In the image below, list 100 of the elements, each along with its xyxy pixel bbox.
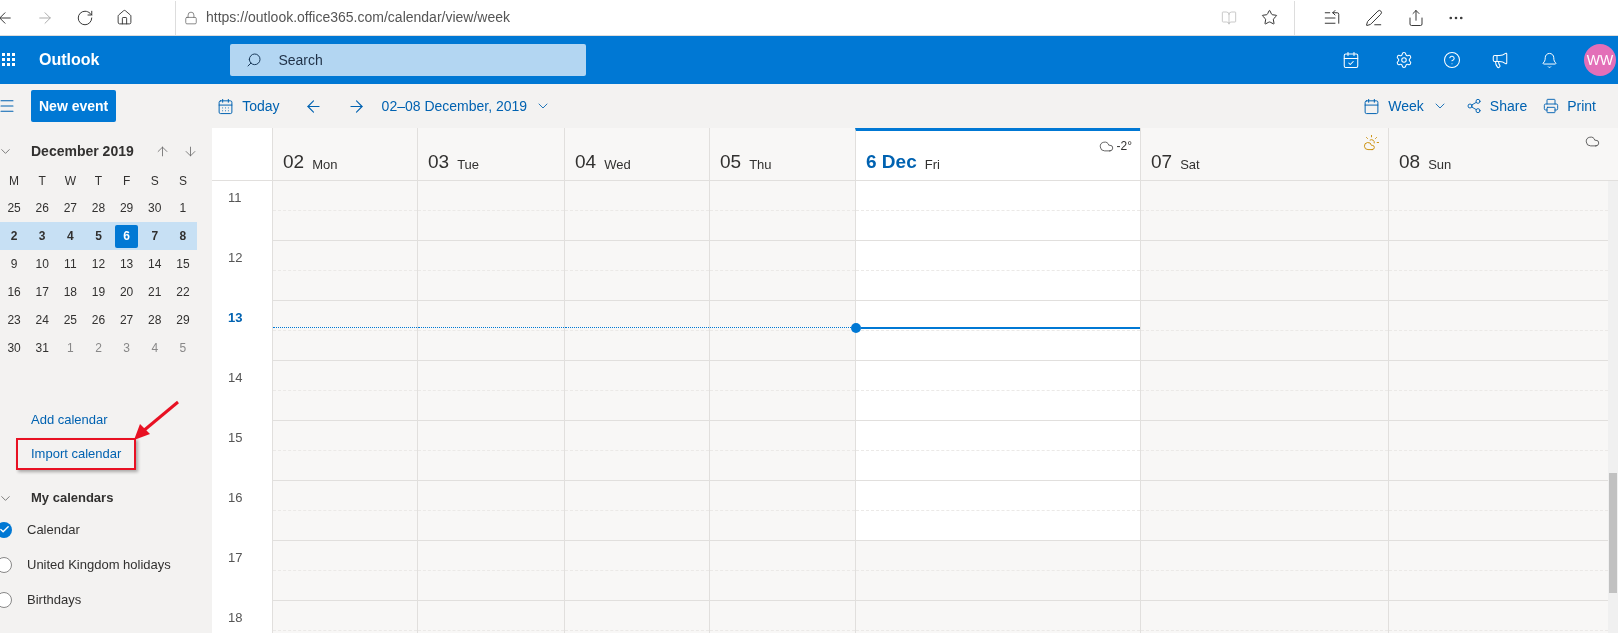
date-cell[interactable]: 17 <box>30 280 54 304</box>
date-cell[interactable]: 3 <box>30 224 54 248</box>
temperature: -2° <box>1116 138 1132 155</box>
date-cell[interactable]: 18 <box>58 280 82 304</box>
date-cell[interactable]: 25 <box>2 196 26 220</box>
search-icon <box>246 52 263 68</box>
calendar-link[interactable]: Add calendar <box>31 410 108 430</box>
date-cell[interactable]: 13 <box>115 252 139 276</box>
calendar-name[interactable]: Birthdays <box>27 589 82 610</box>
help-icon[interactable] <box>1443 51 1461 69</box>
calendar-checkbox[interactable] <box>0 591 12 608</box>
date-cell[interactable]: 15 <box>171 252 195 276</box>
calendar-icon <box>1363 97 1381 115</box>
day-weekday: Tue <box>457 158 480 171</box>
hour-label: 13 <box>228 310 243 325</box>
bell-icon[interactable] <box>1541 51 1558 69</box>
calendar-check-icon[interactable] <box>1342 51 1360 69</box>
date-cell[interactable]: 31 <box>30 336 54 360</box>
date-cell[interactable]: 14 <box>143 252 167 276</box>
date-cell[interactable]: 30 <box>143 196 167 220</box>
date-cell[interactable]: 23 <box>2 308 26 332</box>
weekday-label: T <box>93 173 104 190</box>
section-title[interactable]: My calendars <box>31 488 114 508</box>
settings-icon[interactable] <box>1395 51 1413 69</box>
date-cell[interactable]: 12 <box>87 252 110 276</box>
date-cell[interactable]: 22 <box>171 280 195 304</box>
next-month-icon[interactable] <box>182 143 198 159</box>
date-cell[interactable]: 11 <box>58 252 82 276</box>
date-cell[interactable]: 29 <box>115 196 139 220</box>
url-text: https://outlook.office365.com/calendar/view/week <box>206 8 512 27</box>
app-title[interactable]: Outlook <box>39 48 100 72</box>
weekday-label: W <box>63 173 77 190</box>
hour-label: 17 <box>228 550 243 565</box>
day-weekday: Sun <box>1428 158 1452 171</box>
new-event-button[interactable]: New event <box>31 90 117 122</box>
app-launcher-icon[interactable] <box>2 53 16 67</box>
date-cell[interactable]: 29 <box>171 308 195 332</box>
calendar-checkbox[interactable] <box>0 521 12 538</box>
calendar-link[interactable]: Import calendar <box>31 444 122 464</box>
date-cell[interactable]: 27 <box>58 196 82 220</box>
calendar-checkbox[interactable] <box>0 556 12 573</box>
home-icon[interactable] <box>116 9 133 26</box>
pen-icon[interactable] <box>1365 8 1383 27</box>
search-field[interactable]: Search <box>230 44 587 76</box>
favorites-icon[interactable] <box>1323 8 1341 27</box>
date-cell[interactable]: 10 <box>30 252 54 276</box>
day-date: 6 Dec <box>866 152 917 171</box>
date-cell[interactable]: 24 <box>30 308 54 332</box>
date-cell[interactable]: 7 <box>143 224 167 248</box>
print-button[interactable]: Print <box>1543 95 1596 117</box>
date-cell[interactable]: 28 <box>143 308 167 332</box>
day-date: 07 <box>1151 152 1173 171</box>
date-cell[interactable]: 26 <box>30 196 54 220</box>
reading-view-icon[interactable] <box>1221 9 1237 26</box>
previous-month-icon[interactable] <box>154 143 170 159</box>
date-cell[interactable]: 27 <box>115 308 139 332</box>
date-cell[interactable]: 30 <box>2 336 26 360</box>
date-cell[interactable]: 28 <box>87 196 110 220</box>
view-button[interactable]: Week <box>1363 95 1448 117</box>
day-weekday: Mon <box>312 158 338 171</box>
day-weekday: Wed <box>604 158 631 171</box>
date-cell[interactable]: 25 <box>58 308 82 332</box>
weekday-label: S <box>149 173 160 190</box>
lock-icon <box>184 10 198 25</box>
hour-label: 15 <box>228 430 243 445</box>
day-date: 04 <box>575 152 597 171</box>
weekday-label: T <box>37 173 47 190</box>
share-button[interactable]: Share <box>1465 95 1528 117</box>
date-cell[interactable]: 9 <box>2 252 26 276</box>
date-cell[interactable]: 16 <box>2 280 26 304</box>
calendar-name[interactable]: United Kingdom holidays <box>27 554 171 575</box>
month-title[interactable]: December 2019 <box>31 140 134 162</box>
date-cell[interactable]: 8 <box>171 224 195 248</box>
date-cell[interactable]: 4 <box>58 224 82 248</box>
hour-label: 14 <box>228 370 243 385</box>
date-cell[interactable]: 6 <box>115 224 139 248</box>
share-icon[interactable] <box>1407 8 1425 27</box>
hour-label: 16 <box>228 490 243 505</box>
date-cell[interactable]: 21 <box>143 280 167 304</box>
printer-icon <box>1543 98 1560 114</box>
hour-label: 18 <box>228 610 243 625</box>
today-button[interactable]: Today <box>217 95 280 117</box>
hour-label: 12 <box>228 250 243 265</box>
day-weekday: Fri <box>924 158 940 171</box>
star-icon[interactable] <box>1261 9 1278 26</box>
date-cell[interactable]: 2 <box>2 224 26 248</box>
date-cell[interactable]: 26 <box>87 308 110 332</box>
weekday-label: S <box>177 173 188 190</box>
refresh-icon[interactable] <box>76 8 94 27</box>
calendar-name[interactable]: Calendar <box>27 519 80 540</box>
date-cell[interactable]: 20 <box>115 280 139 304</box>
date-cell[interactable]: 5 <box>87 224 110 248</box>
menu-icon[interactable] <box>0 97 16 115</box>
scrollbar[interactable] <box>1608 181 1618 633</box>
weekday-label: F <box>121 173 132 190</box>
date-cell[interactable]: 1 <box>171 196 195 220</box>
megaphone-icon[interactable] <box>1491 51 1509 69</box>
date-cell[interactable]: 19 <box>87 280 110 304</box>
date-range-button[interactable]: 02–08 December, 2019 <box>381 95 552 117</box>
day-date: 05 <box>720 152 742 171</box>
